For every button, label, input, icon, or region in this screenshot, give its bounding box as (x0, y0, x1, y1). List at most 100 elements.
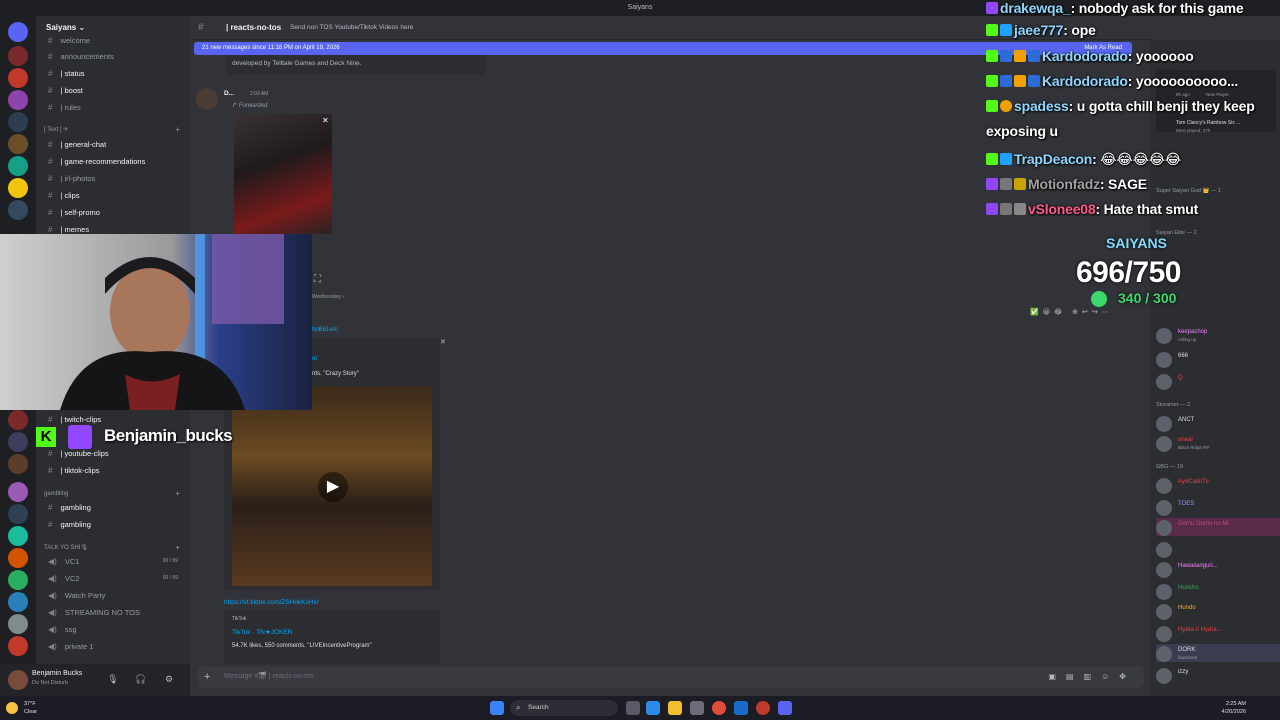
channel-youtube-clips[interactable]: # | youtube-clips (36, 445, 190, 462)
server-icon[interactable] (8, 46, 28, 66)
avatar[interactable] (1156, 374, 1172, 390)
member-item[interactable]: Gomu Gomu no Mi (1156, 518, 1280, 536)
close-icon[interactable]: ✕ (322, 116, 329, 125)
expand-icon[interactable]: ⛶ (314, 274, 321, 285)
channel-irl-photos[interactable]: # | irl-photos (36, 170, 190, 187)
composer-tools[interactable]: ▣▤▥☺✥ (1048, 666, 1136, 688)
clock[interactable]: 2:25 AM 4/20/2026 (1222, 700, 1246, 716)
message-author[interactable]: D... (224, 90, 234, 97)
avatar[interactable] (1156, 584, 1172, 600)
avatar[interactable] (1156, 562, 1172, 578)
server-icon[interactable] (8, 454, 28, 474)
member-item[interactable]: ANCT (1156, 414, 1280, 432)
server-icon[interactable] (8, 526, 28, 546)
channel-self-promo[interactable]: # | self-promo (36, 204, 190, 221)
tiktok-link[interactable]: https://vt.tiktok.com/ZSHokKxHx/ (224, 599, 319, 606)
server-icon[interactable] (8, 68, 28, 88)
add-channel-icon[interactable]: + (175, 124, 180, 136)
server-icon[interactable] (8, 504, 28, 524)
voice-channel-streaming[interactable]: ◀) STREAMING NO TOS (36, 604, 190, 621)
member-item[interactable]: keepachop rolling up (1156, 326, 1280, 344)
avatar[interactable] (1156, 436, 1172, 452)
server-icon[interactable] (8, 570, 28, 590)
avatar[interactable] (1156, 328, 1172, 344)
channel-general-chat[interactable]: # | general-chat (36, 136, 190, 153)
weather-icon[interactable] (6, 702, 18, 714)
avatar[interactable] (1156, 646, 1172, 662)
voice-channel-watch-party[interactable]: ◀) Watch Party (36, 587, 190, 604)
avatar[interactable] (1156, 520, 1172, 536)
avatar[interactable] (1156, 478, 1172, 494)
member-item[interactable]: Hundo (1156, 602, 1280, 620)
server-icon[interactable] (8, 134, 28, 154)
server-icon[interactable] (8, 200, 28, 220)
avatar[interactable] (1156, 500, 1172, 516)
channel-gambling[interactable]: # gambling (36, 499, 190, 516)
voice-channel-vc1[interactable]: ◀) VC1 00 / 99 (36, 553, 190, 570)
add-attachment-icon[interactable]: + (204, 666, 210, 688)
headphones-icon[interactable]: 🎧 (134, 672, 148, 686)
message-link[interactable]: ttoB61vA/ (312, 327, 338, 333)
message-composer[interactable]: + Message #🎬 | reacts-no-tos ▣▤▥☺✥ (198, 666, 1144, 688)
microphone-icon[interactable]: 🎙 (106, 672, 120, 686)
message-toolbar[interactable]: ✅😀😂 ⊕↩↪⋯ (1030, 308, 1134, 320)
avatar[interactable] (1156, 542, 1172, 558)
chrome-icon[interactable] (712, 701, 726, 715)
server-icon[interactable] (8, 432, 28, 452)
member-item[interactable]: Q (1156, 372, 1280, 390)
server-icon[interactable] (8, 410, 28, 430)
avatar[interactable] (1156, 604, 1172, 620)
server-icon[interactable] (8, 636, 28, 656)
home-server-icon[interactable] (8, 22, 28, 42)
channel-status[interactable]: # | status (36, 65, 190, 82)
obs-icon[interactable] (756, 701, 770, 715)
member-item[interactable] (1156, 540, 1280, 558)
server-icon[interactable] (8, 548, 28, 568)
settings-icon[interactable] (690, 701, 704, 715)
avatar[interactable] (196, 88, 218, 110)
member-item[interactable]: AyeCashTv (1156, 476, 1280, 494)
file-explorer-icon[interactable] (668, 701, 682, 715)
channel-clips[interactable]: # | clips (36, 187, 190, 204)
server-icon[interactable] (8, 90, 28, 110)
server-icon[interactable] (8, 156, 28, 176)
taskbar-search[interactable]: Search (510, 700, 618, 716)
gear-icon[interactable]: ⚙ (162, 672, 176, 686)
avatar[interactable] (1156, 352, 1172, 368)
avatar[interactable] (1156, 626, 1172, 642)
server-icon[interactable] (8, 482, 28, 502)
member-item[interactable]: oneal Black Ridge RP (1156, 434, 1280, 452)
channel-announcements[interactable]: # announcements (36, 48, 190, 65)
task-view-icon[interactable] (626, 701, 640, 715)
app-icon[interactable] (734, 701, 748, 715)
close-icon[interactable]: ✕ (440, 338, 446, 346)
play-icon[interactable]: ▶ (318, 472, 348, 502)
embed-author[interactable]: TikTok · TN★JOKER (232, 628, 292, 636)
channel-gambling[interactable]: # gambling (36, 516, 190, 533)
channel-boost[interactable]: # | boost (36, 82, 190, 99)
server-icon[interactable] (8, 614, 28, 634)
category-text[interactable]: [ Text ] ✈ + (36, 124, 190, 136)
edge-icon[interactable] (646, 701, 660, 715)
server-icon[interactable] (8, 112, 28, 132)
voice-channel-private-1[interactable]: ◀) private 1 (36, 638, 190, 655)
discord-icon[interactable] (778, 701, 792, 715)
embed-title[interactable]: et (312, 356, 317, 362)
member-item[interactable]: Huncho (1156, 582, 1280, 600)
avatar[interactable] (1156, 416, 1172, 432)
server-icon[interactable] (8, 178, 28, 198)
avatar[interactable] (1156, 668, 1172, 684)
member-item[interactable]: DORK blackbear (1156, 644, 1280, 662)
message-input[interactable]: Message #🎬 | reacts-no-tos (224, 666, 314, 688)
member-item[interactable]: Hawaiianguri... (1156, 560, 1280, 578)
member-item[interactable]: TOES (1156, 498, 1280, 516)
member-item[interactable]: izzy (1156, 666, 1280, 684)
voice-channel-ssg[interactable]: ◀) ssg (36, 621, 190, 638)
channel-welcome[interactable]: # welcome (36, 32, 190, 49)
member-item[interactable]: Hydra // Hydra... (1156, 624, 1280, 642)
member-item[interactable]: 666 (1156, 350, 1280, 368)
forwarded-image[interactable] (234, 114, 332, 234)
channel-rules[interactable]: # | rules (36, 99, 190, 116)
channel-tiktok-clips[interactable]: # | tiktok-clips (36, 462, 190, 479)
avatar[interactable] (8, 670, 28, 690)
